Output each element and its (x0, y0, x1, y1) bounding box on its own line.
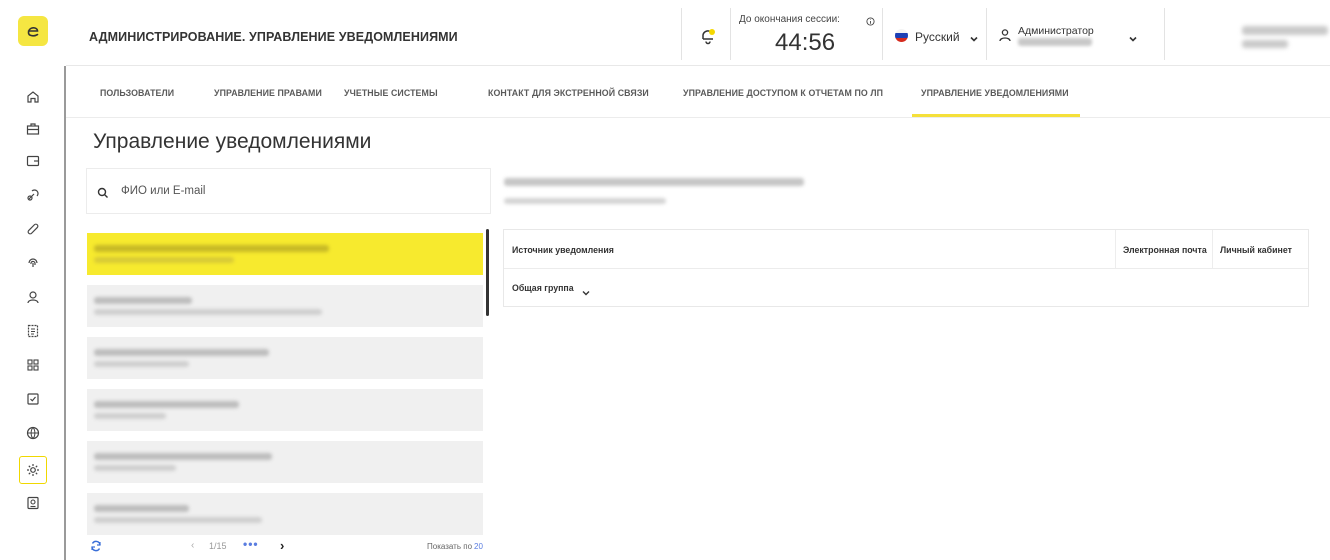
list-item[interactable] (87, 337, 483, 379)
page-size-label: Показать по (427, 542, 473, 551)
notification-bell-icon[interactable] (698, 26, 718, 46)
user-icon[interactable] (998, 28, 1012, 42)
organization-name-blurred (1242, 26, 1328, 35)
header-divider (681, 8, 682, 60)
column-header-cabinet: Личный кабинет (1220, 245, 1292, 255)
search-box (86, 168, 491, 214)
user-role: Администратор (1018, 25, 1094, 37)
session-label: До окончания сессии: (739, 14, 840, 25)
briefcase-icon[interactable] (22, 118, 44, 140)
wallet-icon[interactable] (22, 150, 44, 172)
list-item-email-blurred (94, 465, 176, 471)
list-item[interactable] (87, 233, 483, 275)
list-item-email-blurred (94, 517, 262, 523)
list-item-name-blurred (94, 245, 329, 252)
list-item-email-blurred (94, 309, 322, 315)
tab-notifications[interactable]: УПРАВЛЕНИЕ УВЕДОМЛЕНИЯМИ (921, 88, 1069, 98)
list-item-name-blurred (94, 453, 272, 460)
link-icon[interactable] (22, 218, 44, 240)
previous-page-icon[interactable]: ‹ (191, 540, 194, 551)
user-name-blurred (1018, 38, 1092, 46)
notification-table: Источник уведомления Электронная почта Л… (503, 229, 1309, 307)
tab-users[interactable]: ПОЛЬЗОВАТЕЛИ (100, 88, 174, 98)
home-icon[interactable] (22, 86, 44, 108)
list-scrollbar[interactable] (486, 229, 489, 316)
column-header-source: Источник уведомления (512, 245, 614, 255)
organization-name-blurred (1242, 40, 1288, 48)
pills-icon[interactable] (22, 184, 44, 206)
list-item-email-blurred (94, 413, 166, 419)
list-item[interactable] (87, 441, 483, 483)
app-logo[interactable] (18, 16, 48, 46)
sidebar-divider (64, 66, 66, 560)
pagination: ‹ 1/15 ••• › Показать по 20 (86, 537, 496, 560)
session-timer: 44:56 (775, 29, 836, 56)
active-tab-indicator (912, 114, 1080, 117)
top-header: АДМИНИСТРИРОВАНИЕ. УПРАВЛЕНИЕ УВЕДОМЛЕНИ… (66, 0, 1330, 66)
russian-flag-icon[interactable] (895, 29, 908, 42)
header-divider (730, 8, 731, 60)
fingerprint-icon[interactable] (22, 252, 44, 274)
tab-report-access[interactable]: УПРАВЛЕНИЕ ДОСТУПОМ К ОТЧЕТАМ ПО ЛП (683, 88, 883, 98)
page-title: Управление уведомлениями (93, 130, 372, 153)
checklist-icon[interactable] (22, 388, 44, 410)
list-item-email-blurred (94, 361, 189, 367)
list-item[interactable] (87, 285, 483, 327)
list-item-email-blurred (94, 257, 234, 263)
list-item-name-blurred (94, 349, 269, 356)
header-title: АДМИНИСТРИРОВАНИЕ. УПРАВЛЕНИЕ УВЕДОМЛЕНИ… (89, 30, 458, 44)
user-icon[interactable] (22, 286, 44, 308)
row-divider (504, 268, 1308, 269)
list-item[interactable] (87, 493, 483, 535)
column-divider (1115, 230, 1116, 268)
selected-user-email-blurred (504, 198, 666, 204)
chevron-down-icon[interactable] (1128, 31, 1138, 42)
tab-rights[interactable]: УПРАВЛЕНИЕ ПРАВАМИ (214, 88, 322, 98)
column-header-email: Электронная почта (1123, 245, 1207, 255)
page-size-selector[interactable]: 20 (474, 542, 483, 551)
page-indicator: 1/15 (209, 541, 227, 551)
tab-accounting-systems[interactable]: УЧЕТНЫЕ СИСТЕМЫ (344, 88, 438, 98)
list-item-name-blurred (94, 505, 189, 512)
more-pages-button[interactable]: ••• (243, 537, 259, 551)
tab-bar: ПОЛЬЗОВАТЕЛИ УПРАВЛЕНИЕ ПРАВАМИ УЧЕТНЫЕ … (66, 66, 1330, 118)
refresh-icon[interactable] (90, 539, 102, 552)
id-card-icon[interactable] (22, 492, 44, 514)
language-selector[interactable]: Русский (915, 30, 960, 44)
globe-icon[interactable] (22, 422, 44, 444)
selected-user-name-blurred (504, 178, 804, 186)
header-divider (986, 8, 987, 60)
info-icon[interactable] (866, 13, 875, 26)
tab-emergency-contact[interactable]: КОНТАКТ ДЛЯ ЭКСТРЕННОЙ СВЯЗИ (488, 88, 649, 98)
search-icon (97, 186, 109, 198)
settings-icon[interactable] (19, 456, 47, 484)
search-input[interactable] (121, 181, 471, 201)
grid-icon[interactable] (22, 354, 44, 376)
chevron-down-icon[interactable] (969, 31, 979, 42)
group-toggle[interactable]: Общая группа (512, 283, 574, 293)
document-icon[interactable] (22, 320, 44, 342)
sidebar (0, 0, 66, 560)
column-divider (1212, 230, 1213, 268)
user-list (86, 232, 483, 538)
list-item-name-blurred (94, 297, 192, 304)
chevron-down-icon[interactable] (582, 284, 590, 296)
header-divider (882, 8, 883, 60)
list-item[interactable] (87, 389, 483, 431)
next-page-icon[interactable]: › (280, 538, 284, 553)
list-item-name-blurred (94, 401, 239, 408)
logo-icon (27, 27, 39, 37)
header-divider (1164, 8, 1165, 60)
